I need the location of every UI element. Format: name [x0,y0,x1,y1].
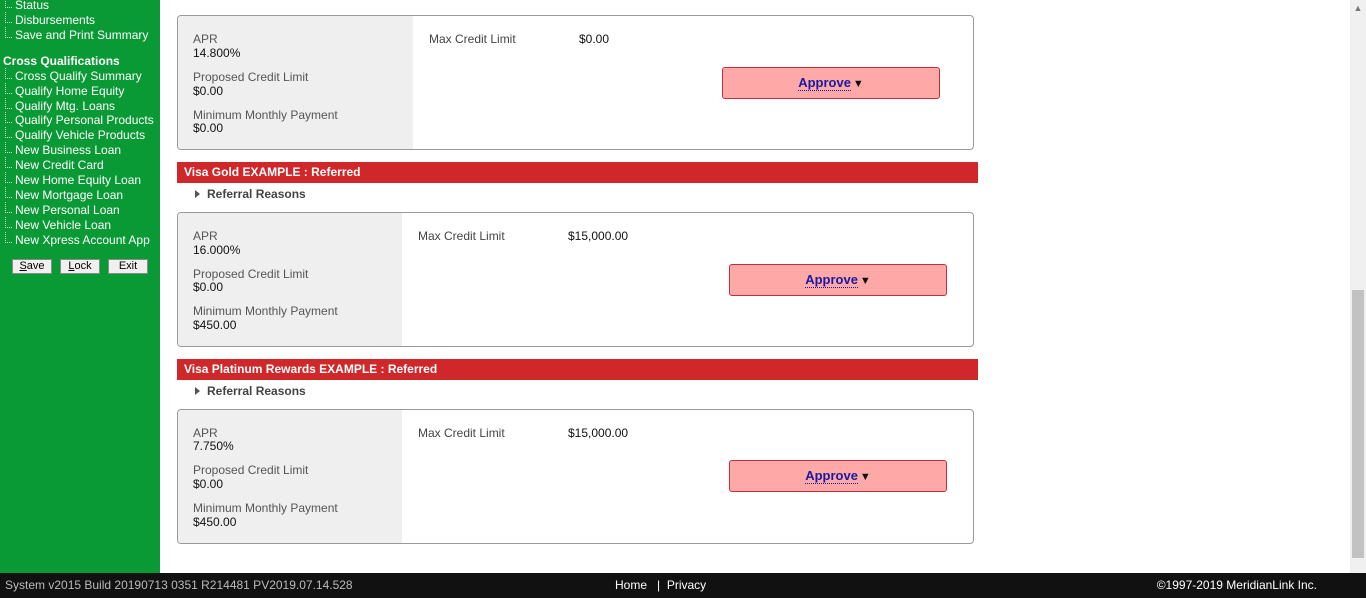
referral-reasons-label: Referral Reasons [207,187,306,201]
sidebar-item-cross-qualify-summary[interactable]: Cross Qualify Summary [5,68,142,85]
exit-button[interactable]: Exit [108,259,148,274]
lock-button-label: ock [74,260,92,272]
sidebar-section-title: Cross Qualifications [3,54,120,68]
proposed-credit-limit-value: $0.00 [193,477,224,491]
save-accesskey: S [19,260,27,272]
sidebar-item-qualify-vehicle-products[interactable]: Qualify Vehicle Products [4,127,145,144]
max-credit-limit-value: $0.00 [579,32,610,46]
product-terms-panel: APR 7.750% Proposed Credit Limit $0.00 M… [178,410,402,543]
sidebar-item-new-xpress-account-app[interactable]: New Xpress Account App [5,232,150,249]
footer-separator: | [657,578,661,592]
approve-label: Approve [805,272,858,288]
sidebar-nav: Status Disbursements Save and Print Summ… [0,0,160,573]
product-status-banner: Visa Gold EXAMPLE : Referred [177,162,978,183]
referral-reasons-label: Referral Reasons [207,384,306,398]
product-terms-panel: APR 14.800% Proposed Credit Limit $0.00 … [178,16,413,149]
referral-reasons-toggle[interactable]: Referral Reasons [195,384,306,398]
minimum-monthly-payment-label: Minimum Monthly Payment [193,304,338,318]
sidebar-item-new-credit-card[interactable]: New Credit Card [5,157,104,174]
referral-reasons-toggle[interactable]: Referral Reasons [195,187,306,201]
expand-triangle-icon [195,190,200,198]
sidebar-item-save-print-summary[interactable]: Save and Print Summary [4,27,148,44]
sidebar-item-new-home-equity-loan[interactable]: New Home Equity Loan [4,172,141,189]
product-card: APR 14.800% Proposed Credit Limit $0.00 … [177,15,974,150]
copyright-text: ©1997-2019 MeridianLink Inc. [1156,578,1317,592]
sidebar-item-new-mortgage-loan[interactable]: New Mortgage Loan [4,187,123,204]
minimum-monthly-payment-value: $0.00 [193,121,224,135]
proposed-credit-limit-value: $0.00 [193,84,224,98]
sidebar-item-qualify-personal-products[interactable]: Qualify Personal Products [5,112,154,129]
apr-label: APR [193,229,218,243]
minimum-monthly-payment-label: Minimum Monthly Payment [193,501,338,515]
apr-value: 7.750% [193,439,234,453]
approve-label: Approve [805,468,858,484]
proposed-credit-limit-value: $0.00 [193,280,224,294]
proposed-credit-limit-label: Proposed Credit Limit [193,267,309,281]
apr-label: APR [193,426,218,440]
privacy-link[interactable]: Privacy [667,578,706,592]
product-terms-panel: APR 16.000% Proposed Credit Limit $0.00 … [178,213,402,346]
proposed-credit-limit-label: Proposed Credit Limit [193,70,309,84]
home-link[interactable]: Home [615,578,647,592]
max-credit-limit-value: $15,000.00 [568,426,629,440]
lock-button[interactable]: Lock [60,259,100,274]
page-footer: System v2015 Build 20190713 0351 R214481… [0,573,1366,598]
save-button-label: ave [26,260,45,272]
sidebar-item-status[interactable]: Status [4,0,49,14]
apr-value: 16.000% [193,243,241,257]
proposed-credit-limit-label: Proposed Credit Limit [193,463,309,477]
approve-label: Approve [798,75,851,91]
max-credit-limit-label: Max Credit Limit [418,229,505,243]
expand-triangle-icon [195,387,200,395]
approve-dropdown-button[interactable]: Approve ▼ [729,460,947,492]
apr-value: 14.800% [193,46,241,60]
sidebar-item-new-personal-loan[interactable]: New Personal Loan [5,202,120,219]
sidebar-item-disbursements[interactable]: Disbursements [4,12,95,29]
footer-links: Home | Privacy [615,573,706,597]
sidebar-item-new-vehicle-loan[interactable]: New Vehicle Loan [4,217,111,234]
main-content: APR 14.800% Proposed Credit Limit $0.00 … [160,0,1350,573]
sidebar-item-new-business-loan[interactable]: New Business Loan [4,142,121,159]
minimum-monthly-payment-value: $450.00 [193,515,237,529]
minimum-monthly-payment-label: Minimum Monthly Payment [193,108,338,122]
approve-dropdown-button[interactable]: Approve ▼ [729,264,947,296]
scroll-up-arrow-icon[interactable]: ▲ [1350,0,1366,16]
minimum-monthly-payment-value: $450.00 [193,318,237,332]
approve-dropdown-button[interactable]: Approve ▼ [722,67,940,99]
max-credit-limit-value: $15,000.00 [568,229,629,243]
max-credit-limit-label: Max Credit Limit [429,32,516,46]
caret-down-icon: ▼ [859,471,871,483]
max-credit-limit-label: Max Credit Limit [418,426,505,440]
vertical-scrollbar[interactable]: ▲ ▼ [1350,0,1366,584]
apr-label: APR [193,32,218,46]
product-status-banner: Visa Platinum Rewards EXAMPLE : Referred [177,359,978,380]
product-card: APR 7.750% Proposed Credit Limit $0.00 M… [177,409,974,544]
scrollbar-thumb[interactable] [1352,290,1364,558]
save-button[interactable]: Save [12,259,52,274]
caret-down-icon: ▼ [852,78,864,90]
build-info: System v2015 Build 20190713 0351 R214481… [5,578,353,592]
sidebar-item-qualify-home-equity[interactable]: Qualify Home Equity [4,83,124,100]
caret-down-icon: ▼ [859,275,871,287]
product-card: APR 16.000% Proposed Credit Limit $0.00 … [177,212,974,347]
